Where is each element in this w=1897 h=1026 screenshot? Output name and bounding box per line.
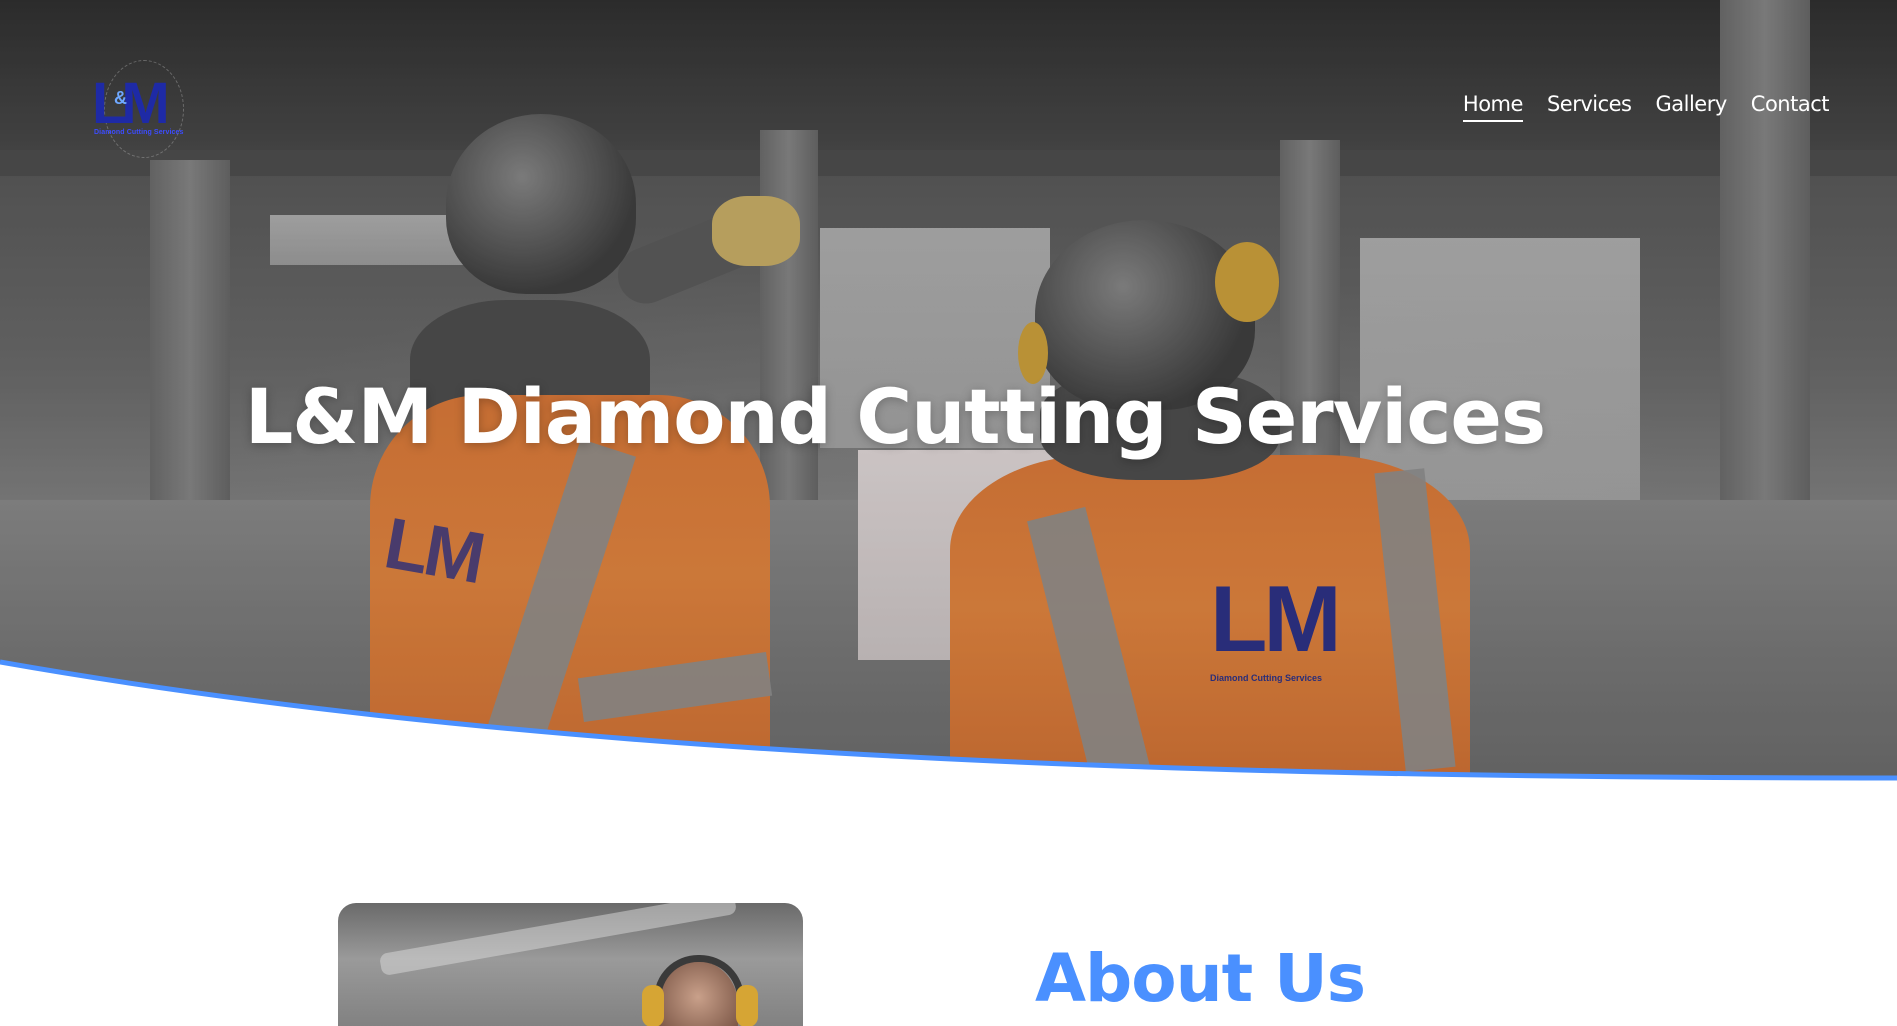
site-logo[interactable]: LM & Diamond Cutting Services [92, 60, 198, 158]
about-image-earmuff-band [654, 955, 744, 999]
about-image-earmuff [642, 985, 664, 1026]
hero-wave-divider [0, 659, 1897, 790]
hero-title: L&M Diamond Cutting Services [244, 372, 1546, 461]
main-nav: Home Services Gallery Contact [1462, 92, 1830, 122]
about-image [338, 903, 803, 1026]
logo-tagline: Diamond Cutting Services [94, 129, 184, 136]
nav-services[interactable]: Services [1547, 92, 1632, 122]
wave-fill [0, 662, 1897, 790]
about-title: About Us [1034, 940, 1366, 1017]
logo-letters: LM [92, 71, 170, 136]
logo-ampersand: & [114, 88, 127, 108]
nav-contact[interactable]: Contact [1751, 92, 1830, 122]
about-image-earmuff [736, 985, 758, 1026]
nav-gallery[interactable]: Gallery [1656, 92, 1728, 122]
nav-home[interactable]: Home [1462, 92, 1523, 122]
